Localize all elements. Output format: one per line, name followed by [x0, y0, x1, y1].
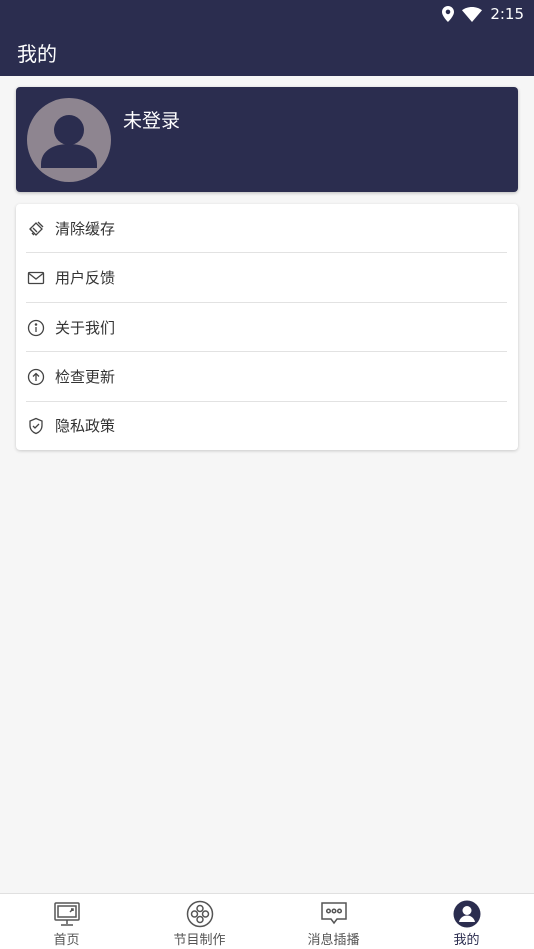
nav-item-mine[interactable]: 我的	[400, 894, 533, 949]
profile-card[interactable]: 未登录	[16, 87, 518, 192]
menu-item-about[interactable]: 关于我们	[16, 303, 518, 352]
info-icon	[27, 319, 45, 337]
page-title: 我的	[17, 41, 57, 66]
menu-item-label: 清除缓存	[55, 220, 116, 238]
broom-icon	[27, 220, 45, 238]
location-icon	[442, 6, 455, 22]
status-bar: 2:15	[0, 0, 534, 28]
app-bar: 我的	[0, 28, 534, 76]
film-reel-icon	[186, 900, 214, 928]
menu-item-label: 检查更新	[55, 368, 116, 386]
nav-label: 首页	[53, 933, 80, 948]
wifi-icon	[462, 6, 483, 22]
menu-item-privacy[interactable]: 隐私政策	[16, 401, 518, 450]
monitor-icon	[53, 900, 81, 928]
bottom-navigation: 首页 节目制作 消息插播 我的	[0, 893, 534, 949]
message-icon	[320, 900, 348, 928]
nav-item-program[interactable]: 节目制作	[133, 894, 266, 949]
menu-item-label: 关于我们	[55, 319, 116, 337]
login-status-label[interactable]: 未登录	[123, 106, 180, 133]
menu-item-check-update[interactable]: 检查更新	[16, 352, 518, 401]
nav-label: 我的	[453, 933, 480, 948]
nav-item-messages[interactable]: 消息插播	[267, 894, 400, 949]
upload-arrow-icon	[27, 368, 45, 386]
user-circle-icon	[453, 900, 481, 928]
settings-menu: 清除缓存 用户反馈 关于我们 检查更新 隐私政策	[16, 204, 518, 450]
mail-icon	[27, 269, 45, 287]
default-user-avatar-icon[interactable]	[27, 98, 111, 182]
menu-item-feedback[interactable]: 用户反馈	[16, 253, 518, 302]
menu-item-label: 用户反馈	[55, 269, 116, 287]
nav-label: 节目制作	[173, 933, 226, 948]
nav-label: 消息插播	[307, 933, 360, 948]
menu-item-clear-cache[interactable]: 清除缓存	[16, 204, 518, 253]
status-time: 2:15	[490, 5, 524, 23]
shield-check-icon	[27, 417, 45, 435]
menu-item-label: 隐私政策	[55, 417, 116, 435]
nav-item-home[interactable]: 首页	[0, 894, 133, 949]
